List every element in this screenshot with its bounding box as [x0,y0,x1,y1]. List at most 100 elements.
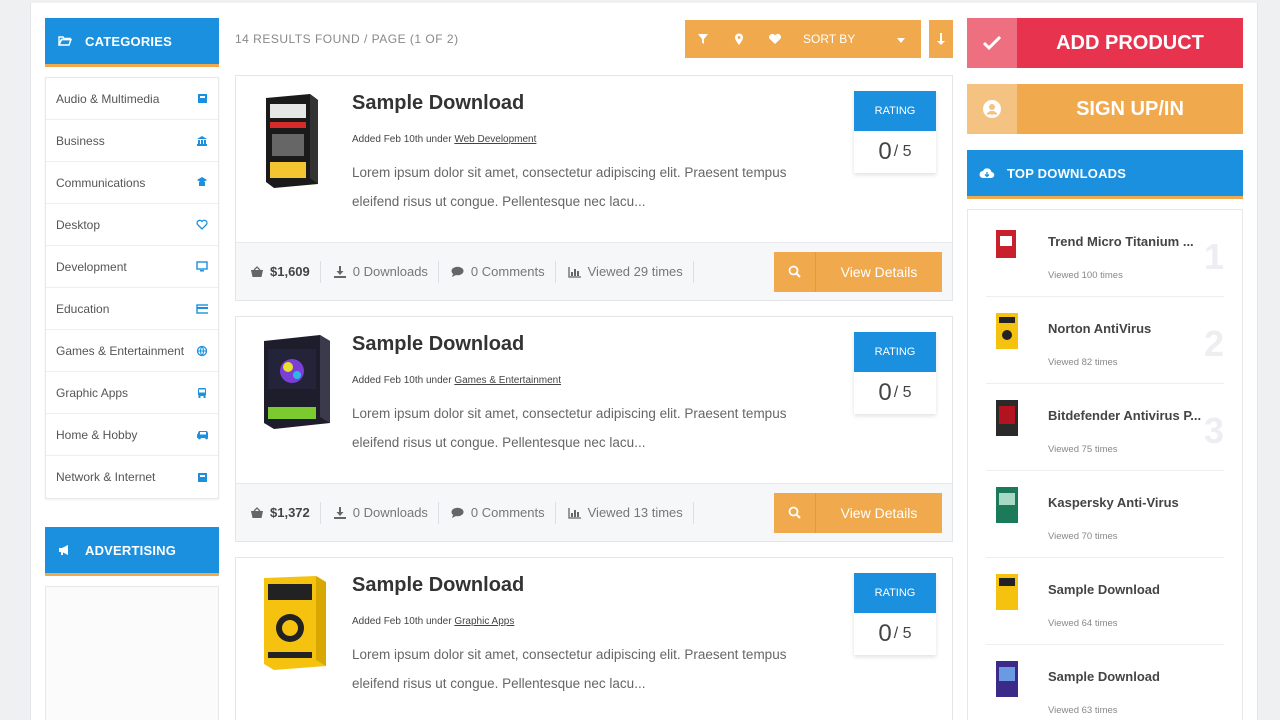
bar-chart-icon [567,266,582,278]
square-icon [196,93,208,104]
views-stat: Viewed 29 times [567,260,694,283]
product-thumbnail [996,661,1018,697]
heart-icon [196,219,208,230]
left-sidebar: CATEGORIES Audio & Multimedia Business C… [45,18,219,720]
top-download-item[interactable]: Sample Download Viewed 63 times [986,645,1224,720]
listing-description: Lorem ipsum dolor sit amet, consectetur … [352,640,822,698]
listing-desc-line: eleifend risus ut congue. Pellentesque n… [352,194,646,209]
filter-icon[interactable] [685,20,721,58]
view-details-label: View Details [840,504,918,521]
category-item[interactable]: Audio & Multimedia [46,78,218,120]
add-product-button[interactable]: ADD PRODUCT [967,18,1243,68]
rating-label: RATING [854,332,936,372]
globe-icon [196,345,208,356]
listing-downloads: 0 Downloads [352,264,428,279]
listing-meta: Added Feb 10th under Graphic Apps [352,616,514,627]
listing-desc-line: eleifend risus ut congue. Pellentesque n… [352,676,646,691]
top-download-views: Viewed 64 times [1048,618,1118,629]
top-download-item[interactable]: Norton AntiVirus Viewed 82 times 2 [986,297,1224,384]
add-product-label: ADD PRODUCT [1056,31,1204,54]
bullhorn-icon [57,544,73,556]
top-downloads-title: TOP DOWNLOADS [1007,165,1127,181]
sign-in-button[interactable]: SIGN UP/IN [967,84,1243,134]
top-download-views: Viewed 100 times [1048,270,1123,281]
listing-body: Sample Download Added Feb 10th under Gam… [236,317,952,483]
top-download-item[interactable]: Sample Download Viewed 64 times [986,558,1224,645]
views-stat: Viewed 13 times [567,501,694,524]
top-download-item[interactable]: Bitdefender Antivirus P... Viewed 75 tim… [986,384,1224,471]
rating-box: RATING 0/ 5 [854,332,936,414]
listing-added-text: Added Feb 10th under [352,134,452,145]
view-details-button[interactable]: View Details [774,492,942,533]
listing-title[interactable]: Sample Download [352,333,524,356]
top-downloads-header: TOP DOWNLOADS [967,150,1243,199]
listing-title[interactable]: Sample Download [352,574,524,597]
listing-category-link[interactable]: Graphic Apps [454,616,514,627]
top-download-title: Norton AntiVirus [1048,321,1152,336]
advertising-header: ADVERTISING [45,527,219,576]
arrow-down-icon [937,33,945,45]
top-download-views: Viewed 63 times [1048,705,1118,716]
listing-title[interactable]: Sample Download [352,92,524,115]
rating-value: 0 [878,138,892,165]
view-details-button[interactable]: View Details [774,251,942,292]
category-item[interactable]: Graphic Apps [46,372,218,414]
category-item[interactable]: Games & Entertainment [46,330,218,372]
top-download-rank: 3 [1203,410,1224,451]
top-download-views: Viewed 75 times [1048,444,1118,455]
price-stat: $1,372 [250,501,321,524]
sort-direction-button[interactable] [929,20,953,58]
category-label: Audio & Multimedia [56,91,160,106]
user-icon [967,84,1017,134]
listing-downloads: 0 Downloads [352,505,428,520]
top-download-title: Sample Download [1048,669,1160,684]
category-label: Home & Hobby [56,427,138,442]
categories-title: CATEGORIES [85,33,172,49]
product-box-image [260,572,326,672]
category-label: Graphic Apps [56,385,129,400]
chat-icon [196,177,208,188]
listing-desc-line: Lorem ipsum dolor sit amet, consectetur … [352,165,787,180]
ad-placeholder [45,586,219,720]
download-icon [333,265,347,278]
listing-meta: Added Feb 10th under Web Development [352,134,536,145]
category-item[interactable]: Development [46,246,218,288]
listing-desc-line: Lorem ipsum dolor sit amet, consectetur … [352,647,787,662]
listing-category-link[interactable]: Web Development [454,134,536,145]
heart-icon[interactable] [757,20,793,58]
listing-comments: 0 Comments [470,505,545,520]
category-item[interactable]: Education [46,288,218,330]
product-thumbnail [996,400,1018,436]
price-stat: $1,609 [250,260,321,283]
car-icon [196,429,208,440]
rating-value: 0 [878,379,892,406]
category-item[interactable]: Home & Hobby [46,414,218,456]
top-download-item[interactable]: Trend Micro Titanium ... Viewed 100 time… [986,210,1224,297]
rating-box: RATING 0/ 5 [854,91,936,173]
top-downloads-list: Trend Micro Titanium ... Viewed 100 time… [967,209,1243,720]
category-item[interactable]: Communications [46,162,218,204]
rating-label: RATING [854,573,936,613]
top-download-views: Viewed 70 times [1048,531,1118,542]
listing-added-text: Added Feb 10th under [352,616,452,627]
top-download-title: Sample Download [1048,582,1160,597]
advertising-section: ADVERTISING [45,527,219,720]
sort-by-dropdown[interactable]: SORT BY [793,32,921,46]
category-item[interactable]: Desktop [46,204,218,246]
category-item[interactable]: Business [46,120,218,162]
cloud-download-icon [979,167,995,179]
product-thumbnail [996,574,1018,610]
rating-label: RATING [854,91,936,131]
top-download-item[interactable]: Kaspersky Anti-Virus Viewed 70 times [986,471,1224,558]
listing-footer: $1,372 0 Downloads 0 Comments Viewed 13 … [236,483,952,541]
category-label: Development [56,259,127,274]
rating-outof: / 5 [893,625,912,642]
categories-header: CATEGORIES [45,18,219,67]
listing-category-link[interactable]: Games & Entertainment [454,375,561,386]
listing-footer: $1,609 0 Downloads 0 Comments Viewed 29 … [236,242,952,300]
listing-card: Sample Download Added Feb 10th under Gra… [235,557,953,720]
map-marker-icon[interactable] [721,20,757,58]
comments-stat: 0 Comments [451,260,556,283]
category-item[interactable]: Network & Internet [46,456,218,498]
bus-icon [196,387,208,398]
